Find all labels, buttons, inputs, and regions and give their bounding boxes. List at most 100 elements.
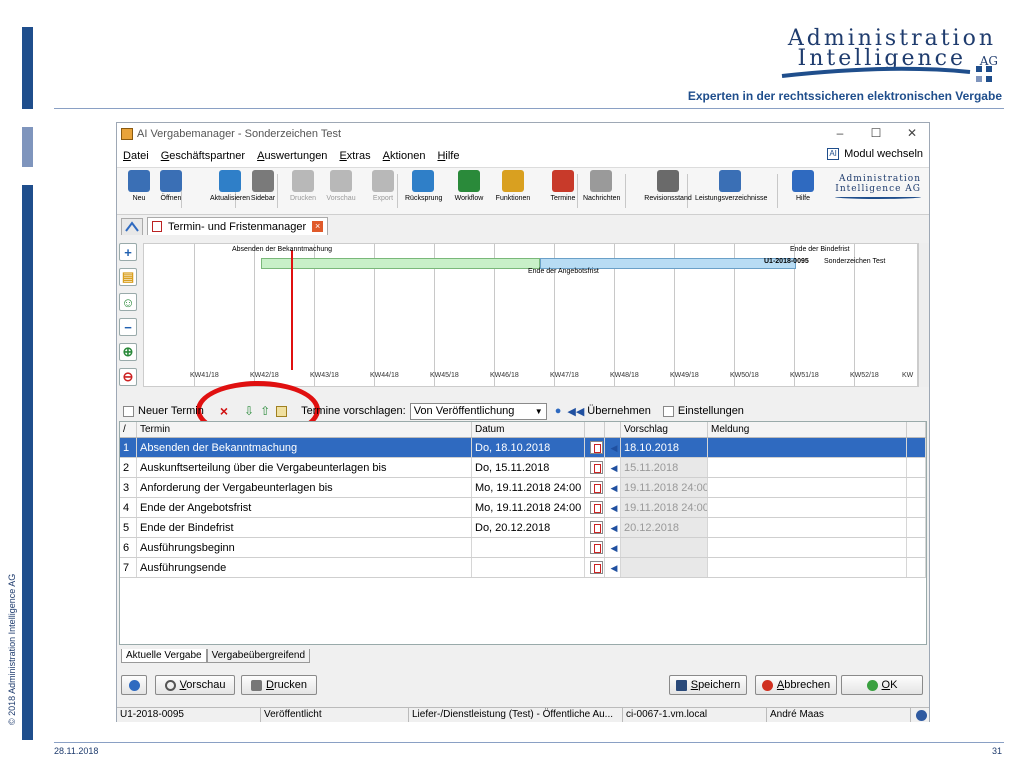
row-apply-button[interactable]: ◀ [605,498,621,517]
table-row[interactable]: 2 Auskunftserteilung über die Vergabeunte… [120,458,926,478]
row-termin[interactable]: Anforderung der Vergabeunterlagen bis [137,478,472,497]
row-termin[interactable]: Ausführungsende [137,558,472,577]
add-icon[interactable]: + [119,243,137,261]
row-apply-button[interactable]: ◀ [605,458,621,477]
add-person-icon[interactable]: ☺ [119,293,137,311]
menu-auswertungen[interactable]: Auswertungen [251,150,333,162]
col-vorschlag[interactable]: Vorschlag [621,422,708,437]
tab-home[interactable] [121,218,143,235]
row-datum[interactable]: Mo, 19.11.2018 24:00 [472,498,585,517]
row-datum[interactable] [472,558,585,577]
row-calendar-button[interactable] [585,518,605,537]
gantt-scrollbar[interactable] [918,243,929,387]
add-folder-icon[interactable]: ▤ [119,268,137,286]
row-calendar-button[interactable] [585,458,605,477]
help-button[interactable] [121,675,147,695]
row-apply-button[interactable]: ◀ [605,558,621,577]
row-apply-button[interactable]: ◀ [605,478,621,497]
propose-select[interactable]: Von Veröffentlichung ▼ [409,402,547,420]
menu-geschaeftspartner[interactable]: Geschäftspartner [155,150,251,162]
menu-extras[interactable]: Extras [333,150,376,162]
minimize-button[interactable]: – [823,126,857,140]
row-datum[interactable]: Do, 20.12.2018 [472,518,585,537]
toolbar-revisionsstand-button[interactable]: Revisionsstand [633,170,703,202]
row-termin[interactable]: Absenden der Bekanntmachung [137,438,472,457]
toolbar-neu-button[interactable]: Neu [121,170,157,202]
toolbar-r-cksprung-button[interactable]: Rücksprung [405,170,442,202]
toolbar-funktionen-button[interactable]: Funktionen [495,170,531,202]
toolbar-workflow-button[interactable]: Workflow [451,170,487,202]
toolbar-sidebar-button[interactable]: Sidebar [245,170,281,202]
row-datum[interactable]: Mo, 19.11.2018 24:00 [472,478,585,497]
globe-icon[interactable]: ● [555,405,562,417]
move-down-icon[interactable]: ⇩ [244,404,254,418]
row-apply-button[interactable]: ◀ [605,538,621,557]
row-termin[interactable]: Ende der Angebotsfrist [137,498,472,517]
row-calendar-button[interactable] [585,538,605,557]
toolbar-nachrichten-button[interactable]: Nachrichten [583,170,620,202]
remove-icon[interactable]: − [119,318,137,336]
delete-icon[interactable]: × [220,403,228,419]
row-datum[interactable] [472,538,585,557]
toolbar--ffnen-button[interactable]: Öffnen [153,170,189,202]
vorschau-button[interactable]: Vorschau [155,675,235,695]
close-tab-icon[interactable]: × [312,221,324,232]
speichern-button[interactable]: Speichern [669,675,747,695]
propose-label: Termine vorschlagen: [301,405,406,417]
toolbar-termine-button[interactable]: Termine [545,170,581,202]
row-calendar-button[interactable] [585,498,605,517]
export-icon [372,170,394,192]
toolbar-hilfe-button[interactable]: Hilfe [785,170,821,202]
toolbar-vorschau-button[interactable]: Vorschau [323,170,359,202]
tab-aktuelle-vergabe[interactable]: Aktuelle Vergabe [121,649,207,663]
menu-datei[interactable]: Datei [117,150,155,162]
table-header: / Termin Datum Vorschlag Meldung [120,422,926,438]
bottom-tabs: Aktuelle Vergabe Vergabeübergreifend [121,649,311,663]
new-termin-button[interactable]: Neuer Termin [123,405,204,417]
menu-hilfe[interactable]: Hilfe [431,150,465,162]
move-up-icon[interactable]: ⇧ [260,404,270,418]
table-row[interactable]: 7 Ausführungsende ◀ [120,558,926,578]
refresh-termin-icon[interactable] [276,405,291,417]
modul-wechseln-button[interactable]: AI Modul wechseln [827,148,923,160]
maximize-button[interactable]: ☐ [859,126,893,140]
table-row[interactable]: 5 Ende der Bindefrist Do, 20.12.2018 ◀ 20.12… [120,518,926,538]
row-termin[interactable]: Ende der Bindefrist [137,518,472,537]
tab-vergabeuebergreifend[interactable]: Vergabeübergreifend [206,649,311,663]
col-termin[interactable]: Termin [137,422,472,437]
table-row[interactable]: 3 Anforderung der Vergabeunterlagen bis Mo… [120,478,926,498]
row-datum[interactable]: Do, 18.10.2018 [472,438,585,457]
toolbar-export-button[interactable]: Export [365,170,401,202]
col-datum[interactable]: Datum [472,422,585,437]
ok-button[interactable]: OK [841,675,923,695]
drucken-button[interactable]: Drucken [241,675,317,695]
col-num[interactable]: / [120,422,137,437]
col-meldung[interactable]: Meldung [708,422,907,437]
row-apply-button[interactable]: ◀ [605,518,621,537]
table-row[interactable]: 1 Absenden der Bekanntmachung Do, 18.10.20… [120,438,926,458]
abbrechen-button[interactable]: Abbrechen [755,675,837,695]
row-termin[interactable]: Auskunftserteilung über die Vergabeunter… [137,458,472,477]
abbrechen-label: Abbrechen [776,679,831,691]
apply-button[interactable]: ◀◀ Übernehmen [567,405,651,418]
row-calendar-button[interactable] [585,558,605,577]
zoom-out-icon[interactable]: ⊖ [119,368,137,386]
tab-termin-fristenmanager[interactable]: Termin- und Fristenmanager × [147,217,329,235]
row-apply-button[interactable]: ◀ [605,438,621,457]
row-number: 1 [120,438,137,457]
toolbar-drucken-button[interactable]: Drucken [285,170,321,202]
menu-aktionen[interactable]: Aktionen [377,150,432,162]
mail-icon [590,170,612,192]
row-calendar-button[interactable] [585,478,605,497]
table-row[interactable]: 6 Ausführungsbeginn ◀ [120,538,926,558]
row-datum[interactable]: Do, 15.11.2018 [472,458,585,477]
col-end [907,422,926,437]
table-row[interactable]: 4 Ende der Angebotsfrist Mo, 19.11.2018 24… [120,498,926,518]
row-termin[interactable]: Ausführungsbeginn [137,538,472,557]
row-calendar-button[interactable] [585,438,605,457]
zoom-in-icon[interactable]: ⊕ [119,343,137,361]
toolbar-leistungsverzeichnisse-button[interactable]: Leistungsverzeichnisse [695,170,767,202]
close-button[interactable]: ✕ [895,126,929,140]
open-db-icon [160,170,182,192]
settings-button[interactable]: Einstellungen [662,405,744,417]
